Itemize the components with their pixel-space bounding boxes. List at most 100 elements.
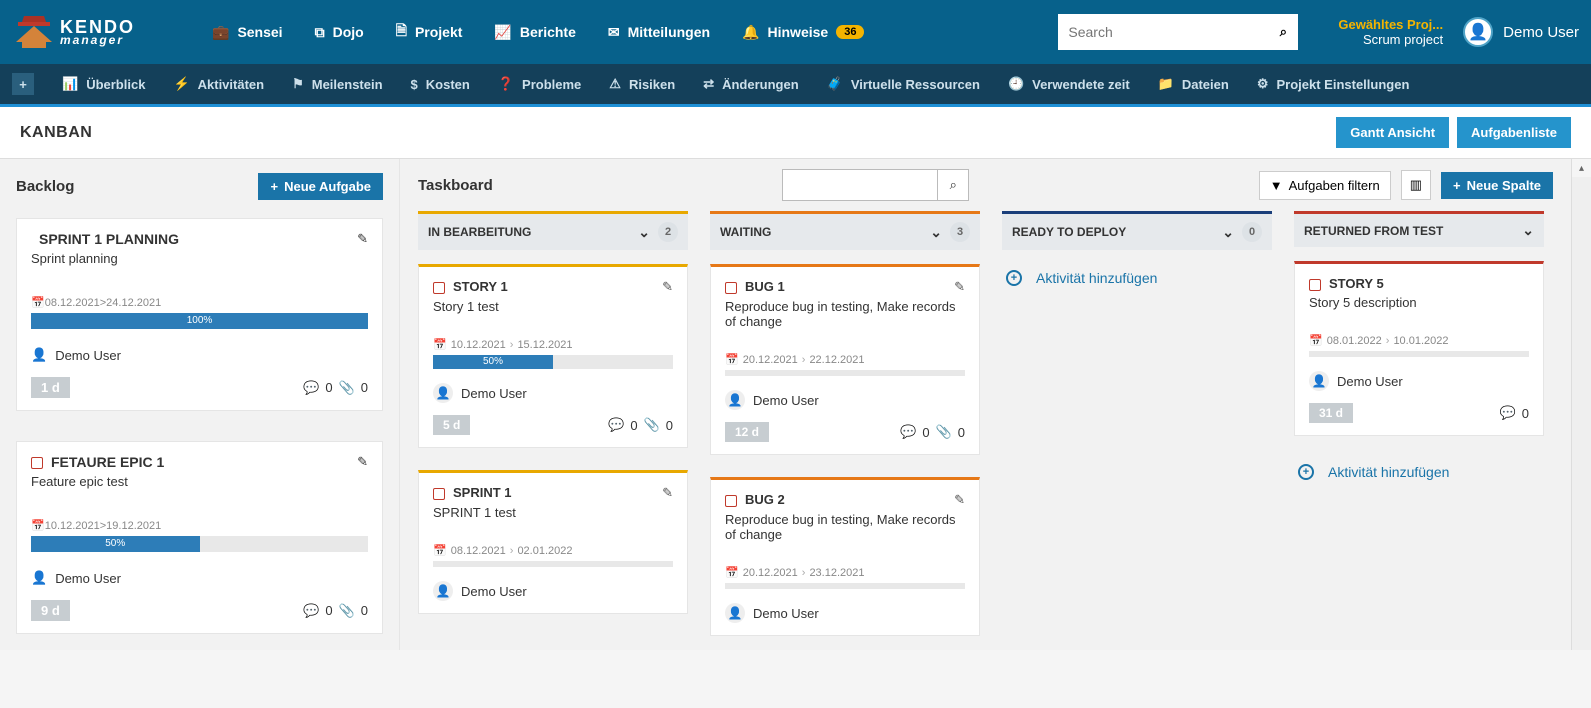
chevron-down-icon[interactable]: ⌄ <box>1222 224 1234 241</box>
status-checkbox-icon <box>31 457 43 469</box>
edit-icon[interactable]: ✎ <box>662 279 673 295</box>
column-header[interactable]: WAITING ⌄ 3 <box>710 211 980 250</box>
task-card[interactable]: BUG 2✎ Reproduce bug in testing, Make re… <box>710 477 980 636</box>
nav-hinweise[interactable]: 🔔Hinweise36 <box>742 24 864 41</box>
nav-berichte[interactable]: 📈Berichte <box>494 24 575 41</box>
flag-icon: ⚑ <box>292 76 304 92</box>
subnav-meilenstein[interactable]: ⚑Meilenstein <box>292 76 382 92</box>
column-header[interactable]: READY TO DEPLOY ⌄ 0 <box>1002 211 1272 250</box>
kanban-header: KANBAN Gantt Ansicht Aufgabenliste <box>0 107 1591 159</box>
subnav-einstellungen[interactable]: ⚙Projekt Einstellungen <box>1257 76 1410 92</box>
card-desc: Story 1 test <box>433 299 673 314</box>
taskboard-search-input[interactable] <box>782 169 937 201</box>
comment-icon[interactable]: 💬 <box>900 424 916 440</box>
project-selector[interactable]: Gewähltes Proj... Scrum project <box>1338 17 1443 47</box>
card-desc: Story 5 description <box>1309 295 1529 310</box>
calendar-icon: 📅 <box>433 338 447 351</box>
task-card[interactable]: STORY 1✎ Story 1 test 📅10.12.2021 › 15.1… <box>418 264 688 448</box>
card-desc: Reproduce bug in testing, Make records o… <box>725 299 965 329</box>
subnav-add-button[interactable]: + <box>12 73 34 95</box>
task-card[interactable]: STORY 5 Story 5 description 📅08.01.2022 … <box>1294 261 1544 436</box>
card-desc: Feature epic test <box>31 474 368 489</box>
comment-icon[interactable]: 💬 <box>303 603 319 619</box>
plus-icon: + <box>1453 178 1461 193</box>
top-bar: KENDO manager 💼Sensei ⧉Dojo 🗎Projekt 📈Be… <box>0 0 1591 64</box>
subnav-ressourcen[interactable]: 🧳Virtuelle Ressourcen <box>827 76 980 92</box>
scroll-up-icon[interactable]: ▴ <box>1572 159 1591 177</box>
progress-bar: 50% <box>31 536 368 552</box>
chart-icon: 📈 <box>494 24 511 41</box>
column-header[interactable]: IN BEARBEITUNG ⌄ 2 <box>418 211 688 250</box>
backlog-card[interactable]: FETAURE EPIC 1 ✎ Feature epic test 📅10.1… <box>16 441 383 634</box>
subnav-probleme[interactable]: ❓Probleme <box>498 76 581 92</box>
assignee: 👤Demo User <box>433 581 673 601</box>
gantt-view-button[interactable]: Gantt Ansicht <box>1336 117 1449 148</box>
days-badge: 31 d <box>1309 403 1353 423</box>
columns-icon: ▥ <box>1410 177 1422 193</box>
copy-icon: ⧉ <box>315 24 325 41</box>
bolt-icon: ⚡ <box>173 76 189 92</box>
add-activity-link[interactable]: +Aktivität hinzufügen <box>1002 264 1272 292</box>
logo-icon <box>12 12 56 52</box>
card-title: SPRINT 1 PLANNING <box>39 231 349 247</box>
attach-icon[interactable]: 📎 <box>644 417 660 433</box>
chevron-down-icon[interactable]: ⌄ <box>1522 222 1534 239</box>
subnav-dateien[interactable]: 📁Dateien <box>1158 76 1229 92</box>
task-list-button[interactable]: Aufgabenliste <box>1457 117 1571 148</box>
nav-projekt[interactable]: 🗎Projekt <box>396 20 463 44</box>
chevron-down-icon[interactable]: ⌄ <box>638 224 650 241</box>
edit-icon[interactable]: ✎ <box>357 454 368 470</box>
subnav-zeit[interactable]: 🕘Verwendete zeit <box>1008 76 1130 92</box>
edit-icon[interactable]: ✎ <box>662 485 673 501</box>
edit-icon[interactable]: ✎ <box>357 231 368 247</box>
user-menu[interactable]: 👤 Demo User <box>1463 17 1579 47</box>
nav-mitteilungen[interactable]: ✉Mitteilungen <box>608 24 710 41</box>
subnav-uberblick[interactable]: 📊Überblick <box>62 76 145 92</box>
bell-icon: 🔔 <box>742 24 759 41</box>
filter-tasks-button[interactable]: ▼Aufgaben filtern <box>1259 171 1391 200</box>
columns-icon-button[interactable]: ▥ <box>1401 170 1431 200</box>
backlog-card[interactable]: SPRINT 1 PLANNING ✎ Sprint planning 📅08.… <box>16 218 383 411</box>
scrollbar[interactable]: ▴ <box>1571 159 1591 650</box>
search-input[interactable] <box>1058 24 1268 40</box>
nav-sensei[interactable]: 💼Sensei <box>212 24 283 41</box>
attach-icon[interactable]: 📎 <box>339 603 355 619</box>
status-checkbox-icon <box>1309 279 1321 291</box>
subnav-risiken[interactable]: ⚠Risiken <box>609 76 675 92</box>
calendar-icon: 📅 <box>725 353 739 366</box>
hinweise-badge: 36 <box>836 25 864 39</box>
comment-icon[interactable]: 💬 <box>303 380 319 396</box>
subnav-anderungen[interactable]: ⇄Änderungen <box>703 76 798 92</box>
task-card[interactable]: SPRINT 1✎ SPRINT 1 test 📅08.12.2021 › 02… <box>418 470 688 614</box>
edit-icon[interactable]: ✎ <box>954 279 965 295</box>
column-header[interactable]: RETURNED FROM TEST ⌄ <box>1294 211 1544 247</box>
search-icon[interactable]: ⌕ <box>937 169 969 201</box>
assignee: 👤Demo User <box>725 603 965 623</box>
edit-icon[interactable]: ✎ <box>954 492 965 508</box>
comment-icon[interactable]: 💬 <box>608 417 624 433</box>
days-badge: 5 d <box>433 415 470 435</box>
assignee: 👤Demo User <box>725 390 965 410</box>
add-activity-link[interactable]: +Aktivität hinzufügen <box>1294 458 1544 486</box>
global-search[interactable]: ⌕ <box>1058 14 1298 50</box>
new-task-button[interactable]: +Neue Aufgabe <box>258 173 383 200</box>
search-icon[interactable]: ⌕ <box>1268 24 1298 40</box>
taskboard-search[interactable]: ⌕ <box>782 169 969 201</box>
file-icon: 🗎 <box>396 20 407 44</box>
attach-icon[interactable]: 📎 <box>936 424 952 440</box>
card-title: SPRINT 1 <box>453 485 654 500</box>
chevron-down-icon[interactable]: ⌄ <box>930 224 942 241</box>
status-checkbox-icon <box>725 282 737 294</box>
column-ready-to-deploy: READY TO DEPLOY ⌄ 0 +Aktivität hinzufüge… <box>1002 211 1272 636</box>
logo[interactable]: KENDO manager <box>12 12 192 52</box>
subnav-kosten[interactable]: $Kosten <box>411 77 470 92</box>
case-icon: 🧳 <box>827 76 843 92</box>
comment-icon[interactable]: 💬 <box>1500 405 1516 421</box>
days-badge: 9 d <box>31 600 70 621</box>
task-card[interactable]: BUG 1✎ Reproduce bug in testing, Make re… <box>710 264 980 455</box>
subnav-aktivitaten[interactable]: ⚡Aktivitäten <box>173 76 264 92</box>
nav-dojo[interactable]: ⧉Dojo <box>315 24 364 41</box>
new-column-button[interactable]: +Neue Spalte <box>1441 172 1553 199</box>
attach-icon[interactable]: 📎 <box>339 380 355 396</box>
filter-icon: ▼ <box>1270 178 1283 193</box>
